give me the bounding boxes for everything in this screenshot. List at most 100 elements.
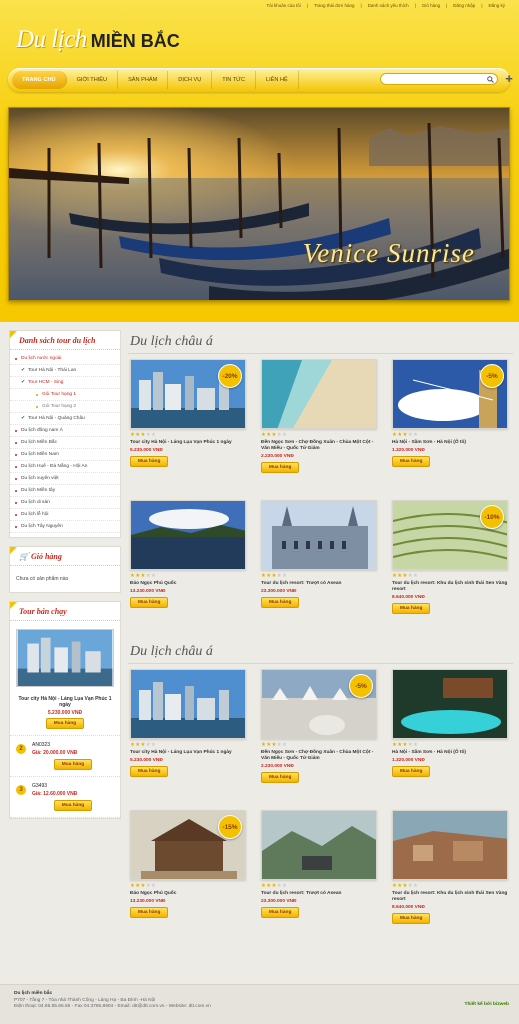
- product-image[interactable]: [261, 500, 377, 570]
- product-price: 13.230.000 VNĐ: [130, 899, 166, 904]
- search-icon[interactable]: [487, 76, 494, 83]
- product-name[interactable]: Tour du lịch resort: Trượt cỏ Asean: [261, 891, 383, 897]
- discount-badge: -20%: [218, 364, 242, 388]
- bestseller-code[interactable]: G3493: [32, 783, 114, 789]
- nav-item[interactable]: LIÊN HỆ: [256, 71, 299, 89]
- checkmark-icon: ✔: [21, 379, 26, 385]
- category-item[interactable]: Du lịch di sản: [10, 497, 120, 509]
- buy-button[interactable]: Mua hàng: [261, 772, 300, 783]
- buy-button[interactable]: Mua hàng: [261, 907, 300, 918]
- top-link[interactable]: Giỏ hàng: [422, 3, 440, 8]
- product-image[interactable]: -5%: [261, 669, 377, 739]
- product-name[interactable]: Tour du lịch resort: Khu du lịch sinh th…: [392, 891, 514, 903]
- rating-stars: ★★★★★: [130, 742, 252, 748]
- buy-button[interactable]: Mua hàng: [130, 597, 169, 608]
- product-section: Du lịch châu á ★★★★★ Tour city Hà Nội - Lá…: [128, 640, 513, 938]
- product-image[interactable]: -15%: [130, 810, 246, 880]
- category-item[interactable]: ✔ Tour Hà Nội - Quảng Châu: [10, 413, 120, 425]
- rank-badge: 3: [16, 785, 26, 795]
- category-item[interactable]: Gói Tour hạng 1: [10, 389, 120, 401]
- category-item[interactable]: Du lịch Miền Nam: [10, 449, 120, 461]
- product-name[interactable]: Đền Ngọc Sơn - Chợ Đồng Xuân - Chùa Một …: [261, 750, 383, 762]
- category-item[interactable]: Du lịch xuyên việt: [10, 473, 120, 485]
- buy-button[interactable]: Mua hàng: [392, 766, 431, 777]
- category-label: Tour Hà Nội - Thái Lan: [28, 368, 77, 373]
- buy-button[interactable]: Mua hàng: [130, 766, 169, 777]
- star-icon: ★: [150, 432, 157, 438]
- nav-item[interactable]: DỊCH VỤ: [168, 71, 213, 89]
- top-link[interactable]: Danh sách yêu thích: [368, 3, 409, 8]
- product-name[interactable]: Hà Nội - Sầm Sơn - Hà Nội (Ô tô): [392, 440, 514, 446]
- footer: Du lịch miền bắc P707 - Tầng 7 - Tòa nhà…: [0, 984, 519, 1024]
- product-name[interactable]: Tour city Hà Nội - Láng Lụa Vạn Phúc 1 n…: [130, 440, 252, 446]
- nav-item[interactable]: SẢN PHẨM: [118, 71, 169, 89]
- category-item[interactable]: ✔ Tour HCM - Sing: [10, 377, 120, 389]
- product-card: ★★★★★ Hà Nội - Sầm Sơn - Hà Nội (Ô tô) 1.3…: [392, 669, 514, 797]
- product-name[interactable]: Tour du lịch resort: Khu du lịch sinh th…: [392, 581, 514, 593]
- bestseller-title: Tour bán chạy: [10, 602, 120, 621]
- banner-slide[interactable]: Venice Sunrise: [8, 107, 510, 301]
- buy-button[interactable]: Mua hàng: [53, 800, 93, 811]
- product-image[interactable]: -20%: [130, 359, 246, 429]
- search-input[interactable]: [386, 74, 486, 84]
- nav-item[interactable]: GIỚI THIỆU: [67, 71, 119, 89]
- product-image[interactable]: [130, 669, 246, 739]
- top-link[interactable]: Đăng nhập: [453, 3, 475, 8]
- product-image[interactable]: -10%: [392, 500, 508, 570]
- star-icon: ★: [281, 573, 288, 579]
- category-item[interactable]: Du lịch Miền tây: [10, 485, 120, 497]
- category-item[interactable]: Du lịch đông nam Á: [10, 425, 120, 437]
- product-card: -20% ★★★★★ Tour city Hà Nội - Láng Lụa Vạn…: [130, 359, 252, 487]
- product-image[interactable]: [392, 669, 508, 739]
- category-item[interactable]: Gói Tour hạng 2: [10, 401, 120, 413]
- buy-button[interactable]: Mua hàng: [392, 603, 431, 614]
- category-label: Du lịch di sản: [21, 500, 50, 505]
- bestseller-image[interactable]: [16, 629, 114, 687]
- product-image[interactable]: [261, 359, 377, 429]
- buy-button[interactable]: Mua hàng: [261, 597, 300, 608]
- logo-script: Du lịch: [16, 26, 87, 53]
- top-link[interactable]: Trang thái đơn hàng: [314, 3, 355, 8]
- product-name[interactable]: Tour du lịch resort: Trượt cỏ Asean: [261, 581, 383, 587]
- rating-stars: ★★★★★: [392, 432, 514, 438]
- buy-button[interactable]: Mua hàng: [53, 759, 93, 770]
- top-link[interactable]: Tài khoản của tôi: [266, 3, 300, 8]
- product-image[interactable]: [392, 810, 508, 880]
- product-image[interactable]: [130, 500, 246, 570]
- cart-empty-text: Chưa có sản phẩm nào: [16, 576, 69, 582]
- nav-item[interactable]: TRANG CHỦ: [12, 71, 67, 89]
- category-item[interactable]: ✔ Tour Hà Nội - Thái Lan: [10, 365, 120, 377]
- product-name[interactable]: Hà Nội - Sầm Sơn - Hà Nội (Ô tô): [392, 750, 514, 756]
- category-item[interactable]: Du lịch Miền Bắc: [10, 437, 120, 449]
- category-item[interactable]: Du lịch Tây Nguyên: [10, 521, 120, 533]
- buy-button[interactable]: Mua hàng: [45, 718, 85, 729]
- plus-icon[interactable]: +: [502, 72, 516, 86]
- product-price: 2.230.000 VNĐ: [261, 764, 294, 769]
- product-name[interactable]: Đền Ngọc Sơn - Chợ Đồng Xuân - Chùa Một …: [261, 440, 383, 452]
- product-image[interactable]: -5%: [392, 359, 508, 429]
- category-label: Du lịch Miền tây: [21, 488, 56, 493]
- product-image[interactable]: [261, 810, 377, 880]
- product-name[interactable]: Tour city Hà Nội - Láng Lụa Vạn Phúc 1 n…: [130, 750, 252, 756]
- buy-button[interactable]: Mua hàng: [392, 456, 431, 467]
- bestseller-price: Giá: 12.60.000 VNĐ: [32, 791, 78, 797]
- buy-button[interactable]: Mua hàng: [130, 456, 169, 467]
- bestseller-main-name[interactable]: Tour city Hà Nội - Láng Lụa Vạn Phúc 1 n…: [16, 696, 114, 708]
- product-name[interactable]: Đảo Ngọc Phú Quốc: [130, 891, 252, 897]
- category-item[interactable]: Du lịch Huế - Đà Nẵng - Hội An: [10, 461, 120, 473]
- buy-button[interactable]: Mua hàng: [261, 462, 300, 473]
- nav-items: TRANG CHỦ GIỚI THIỆU SẢN PHẨM DỊCH VỤ TIN TỨ…: [12, 71, 299, 89]
- top-link[interactable]: Đăng ký: [488, 3, 505, 8]
- star-icon: ★: [150, 573, 157, 579]
- nav-item[interactable]: TIN TỨC: [212, 71, 256, 89]
- bestseller-code[interactable]: AN0323: [32, 742, 114, 748]
- logo[interactable]: Du lịch MIỀN BẮC: [16, 26, 180, 54]
- buy-button[interactable]: Mua hàng: [392, 913, 431, 924]
- rating-stars: ★★★★★: [392, 742, 514, 748]
- category-item[interactable]: Du lịch lễ hội: [10, 509, 120, 521]
- checkmark-icon: ✔: [21, 415, 26, 421]
- product-name[interactable]: Đảo Ngọc Phú Quốc: [130, 581, 252, 587]
- footer-credit[interactable]: Thiết kế bởi bizweb: [465, 1002, 509, 1009]
- category-item[interactable]: Du lịch nước ngoài: [10, 353, 120, 365]
- buy-button[interactable]: Mua hàng: [130, 907, 169, 918]
